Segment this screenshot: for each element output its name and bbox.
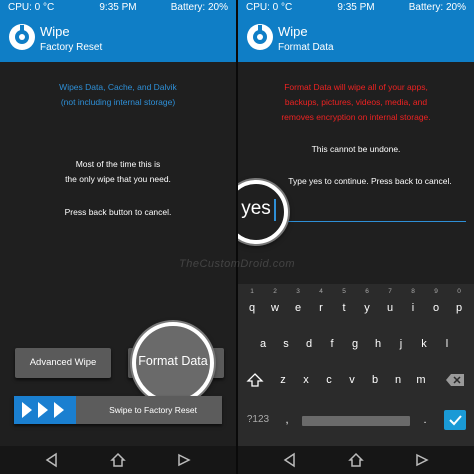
key-k[interactable]: k [413,332,435,356]
info-line: Most of the time this is [75,159,161,169]
symbols-key[interactable]: ?123 [244,408,272,432]
wipe-description: Wipes Data, Cache, and Dalvik (not inclu… [0,80,236,110]
key-s[interactable]: s [275,332,297,356]
key-hint-7: 7 [388,288,392,295]
key-hint-1: 1 [250,288,254,295]
key-t[interactable]: t [333,296,355,320]
key-u[interactable]: u [379,296,401,320]
key-g[interactable]: g [344,332,366,356]
home-icon[interactable] [347,451,365,469]
period-key[interactable]: . [414,408,436,432]
key-hint-6: 6 [365,288,369,295]
keyboard-row-3: zxcvbnm [238,368,474,392]
enter-key[interactable] [444,410,466,430]
yes-input-magnified[interactable]: yes [238,180,288,244]
twrp-logo-icon [9,24,35,50]
key-i[interactable]: i [402,296,424,320]
key-d[interactable]: d [298,332,320,356]
warning-line: backups, pictures, videos, media, and [284,97,428,107]
key-hint-8: 8 [411,288,415,295]
info-line: Wipes Data, Cache, and Dalvik [59,82,177,92]
shift-icon[interactable] [246,372,264,388]
key-hint-0: 0 [457,288,461,295]
triple-arrow-icon [22,402,64,418]
title-bar: Wipe Factory Reset [0,16,236,62]
key-b[interactable]: b [364,368,386,392]
key-f[interactable]: f [321,332,343,356]
back-icon[interactable] [43,451,61,469]
key-o[interactable]: o [425,296,447,320]
key-h[interactable]: h [367,332,389,356]
checkmark-icon [449,415,462,426]
page-subtitle: Format Data [278,42,334,53]
title-bar: Wipe Format Data [238,16,474,62]
key-q[interactable]: q [241,296,263,320]
key-x[interactable]: x [295,368,317,392]
key-y[interactable]: y [356,296,378,320]
key-p[interactable]: p [448,296,470,320]
format-data-label: Format Data [138,354,208,368]
swipe-label: Swipe to Factory Reset [109,405,197,415]
info-line: the only wipe that you need. [65,174,171,184]
comma-key[interactable]: , [276,408,298,432]
key-hint-4: 4 [319,288,323,295]
nav-bar [238,446,474,474]
log-icon[interactable] [413,451,431,469]
home-icon[interactable] [109,451,127,469]
keyboard-row-4: ?123 , . [238,408,474,432]
back-icon[interactable] [281,451,299,469]
space-bar[interactable] [302,416,410,426]
wipe-note: Most of the time this is the only wipe t… [0,157,236,187]
confirm-input-underline[interactable] [288,221,466,222]
page-subtitle: Factory Reset [40,42,103,53]
battery-level: Battery: 20% [170,2,228,13]
warning-line: removes encryption on internal storage. [281,112,431,122]
key-w[interactable]: w [264,296,286,320]
format-warning: Format Data will wipe all of your apps, … [238,80,474,125]
battery-level: Battery: 20% [408,2,466,13]
log-icon[interactable] [175,451,193,469]
key-z[interactable]: z [272,368,294,392]
backspace-icon[interactable] [444,372,466,388]
status-bar: CPU: 0 °C 9:35 PM Battery: 20% [238,0,474,16]
confirm-input-value: yes [241,198,271,219]
twrp-logo-icon [247,24,273,50]
left-screen-factory-reset: CPU: 0 °C 9:35 PM Battery: 20% Wipe Fact… [0,0,236,474]
on-screen-keyboard: q1 w2 e3 r4 t5 y6 u7 i8 o9 p0 asdfghjkl zxcvbnm ?… [238,284,474,446]
key-hint-9: 9 [434,288,438,295]
key-c[interactable]: c [318,368,340,392]
key-m[interactable]: m [410,368,432,392]
page-title: Wipe [40,24,70,39]
key-hint-2: 2 [273,288,277,295]
cancel-hint: Press back button to cancel. [64,207,172,217]
nav-bar [0,446,236,474]
keyboard-row-2: asdfghjkl [238,332,474,356]
undone-notice: This cannot be undone. [311,144,401,154]
key-j[interactable]: j [390,332,412,356]
swipe-to-factory-reset[interactable]: Swipe to Factory Reset [14,396,222,424]
keyboard-row-1: q1 w2 e3 r4 t5 y6 u7 i8 o9 p0 [238,288,474,320]
key-v[interactable]: v [341,368,363,392]
warning-line: Format Data will wipe all of your apps, [284,82,428,92]
key-e[interactable]: e [287,296,309,320]
right-screen-format-data: CPU: 0 °C 9:35 PM Battery: 20% Wipe Form… [238,0,474,474]
key-a[interactable]: a [252,332,274,356]
key-n[interactable]: n [387,368,409,392]
swipe-handle[interactable] [14,396,76,424]
status-bar: CPU: 0 °C 9:35 PM Battery: 20% [0,0,236,16]
confirm-prompt: Type yes to continue. Press back to canc… [288,176,452,186]
format-data-magnified[interactable]: Format Data [132,322,214,404]
key-hint-3: 3 [296,288,300,295]
advanced-wipe-button[interactable]: Advanced Wipe [15,348,111,378]
key-l[interactable]: l [436,332,458,356]
watermark: TheCustomDroid.com [179,258,295,270]
key-hint-5: 5 [342,288,346,295]
page-title: Wipe [278,24,308,39]
key-r[interactable]: r [310,296,332,320]
info-line: (not including internal storage) [60,97,176,107]
text-cursor [274,199,276,221]
